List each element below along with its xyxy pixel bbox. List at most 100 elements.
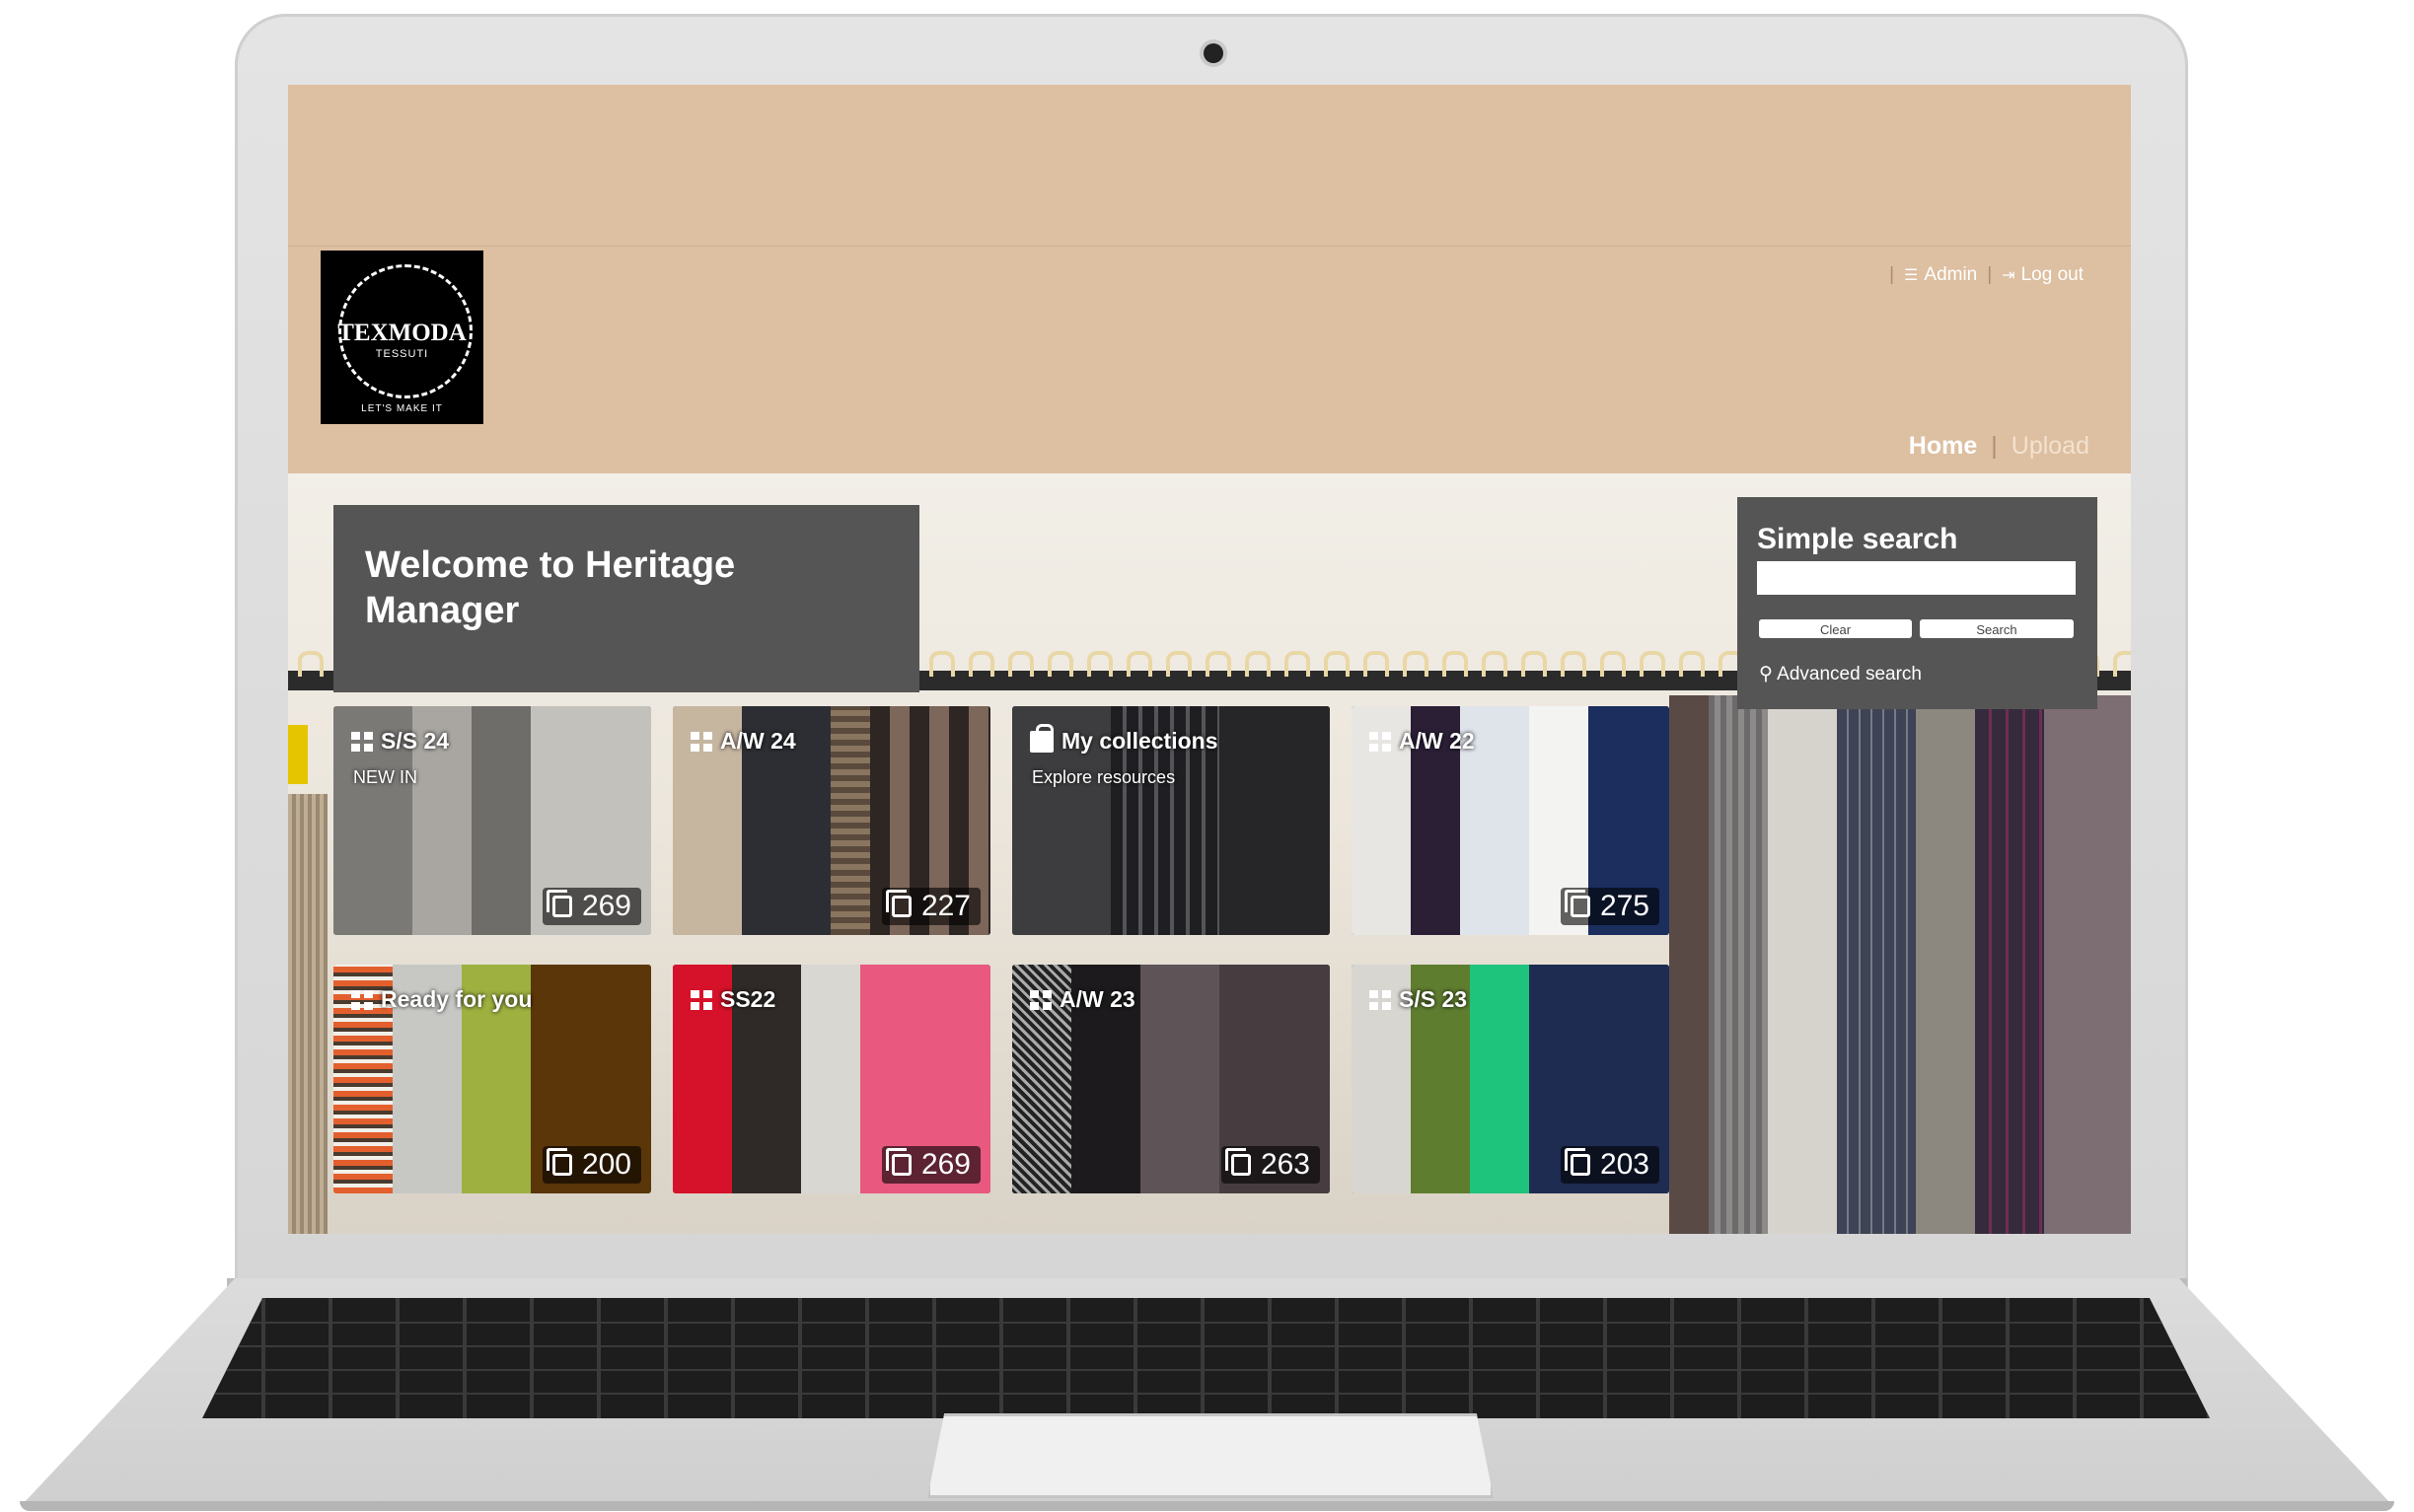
key-separator xyxy=(1871,1298,1875,1418)
clear-button[interactable]: Clear xyxy=(1759,619,1912,638)
logout-link[interactable]: ⇥ Log out xyxy=(2002,264,2084,286)
key-separator xyxy=(999,1298,1003,1418)
key-separator xyxy=(2006,1298,2010,1418)
collection-tile[interactable]: S/S 23 203 xyxy=(1352,965,1669,1193)
webcam-icon xyxy=(1204,43,1223,63)
key-separator xyxy=(1536,1298,1540,1418)
rail-hook xyxy=(1679,651,1705,677)
advanced-search-link[interactable]: ⚲ Advanced search xyxy=(1759,663,1922,685)
collection-tile[interactable]: SS22 269 xyxy=(673,965,990,1193)
admin-label: Admin xyxy=(1924,264,1978,285)
nav-upload[interactable]: Upload xyxy=(2012,432,2089,461)
logo-name: TEXMODA xyxy=(337,320,467,346)
tile-title: S/S 23 xyxy=(1369,986,1467,1013)
rail-hook xyxy=(1206,651,1231,677)
rail-hook xyxy=(1245,651,1271,677)
grid-icon xyxy=(1369,731,1391,752)
search-button[interactable]: Search xyxy=(1920,619,2074,638)
search-input[interactable] xyxy=(1757,561,2076,595)
texmoda-logo[interactable]: TEXMODA TESSUTI LET'S MAKE IT xyxy=(321,251,483,424)
divider: | xyxy=(1889,264,1895,285)
tile-title: A/W 22 xyxy=(1369,728,1475,755)
rail-hook xyxy=(969,651,994,677)
rail-hook xyxy=(1363,651,1389,677)
rail-hook xyxy=(1561,651,1586,677)
collection-tile[interactable]: Ready for you 200 xyxy=(333,965,651,1193)
tile-title: Ready for you xyxy=(351,986,532,1013)
key-separator xyxy=(2140,1298,2144,1418)
copy-icon xyxy=(885,1148,912,1176)
nav-home[interactable]: Home xyxy=(1909,432,1977,461)
rail-hook xyxy=(2113,651,2131,677)
key-separator xyxy=(664,1298,668,1418)
search-title: Simple search xyxy=(1757,523,1958,555)
simple-search-panel: Simple search Clear Search ⚲ Advanced se… xyxy=(1737,497,2097,709)
key-separator xyxy=(396,1298,400,1418)
key-separator xyxy=(932,1298,936,1418)
rail-hook xyxy=(1324,651,1350,677)
advanced-search-label: Advanced search xyxy=(1777,664,1922,684)
item-count: 269 xyxy=(542,888,641,925)
key-separator xyxy=(1066,1298,1070,1418)
menu-icon: ☰ xyxy=(1904,267,1919,284)
copy-icon xyxy=(1564,890,1590,917)
copy-icon xyxy=(885,890,912,917)
copy-icon xyxy=(1564,1148,1590,1176)
rail-hook xyxy=(1640,651,1665,677)
key-separator xyxy=(463,1298,467,1418)
item-count: 200 xyxy=(542,1146,641,1184)
rail-hook xyxy=(929,651,955,677)
welcome-panel: Welcome to Heritage Manager xyxy=(333,505,919,692)
grid-icon xyxy=(351,989,373,1010)
key-separator xyxy=(2073,1298,2077,1418)
rail-hook xyxy=(298,651,324,677)
fabric-edge xyxy=(288,695,328,1234)
rail-hook xyxy=(1008,651,1034,677)
rail-hook xyxy=(1521,651,1547,677)
tile-title: My collections xyxy=(1030,723,1217,755)
tile-title: A/W 24 xyxy=(691,728,796,755)
key-separator xyxy=(1469,1298,1473,1418)
key-separator xyxy=(597,1298,601,1418)
tile-subtitle: NEW IN xyxy=(353,767,417,787)
top-banner xyxy=(288,85,2131,247)
grid-icon xyxy=(691,989,712,1010)
key-separator xyxy=(1804,1298,1808,1418)
main-nav: Home | Upload xyxy=(1909,432,2089,461)
my-collections-tile[interactable]: My collections Explore resources xyxy=(1012,706,1330,935)
key-separator xyxy=(1670,1298,1674,1418)
logo-sub: TESSUTI xyxy=(375,348,429,360)
divider: | xyxy=(1991,432,1998,460)
rail-hook xyxy=(1127,651,1152,677)
magnifier-icon: ⚲ xyxy=(1759,664,1773,684)
collection-tile[interactable]: S/S 24 NEW IN 269 xyxy=(333,706,651,935)
item-count: 263 xyxy=(1220,1146,1320,1184)
logo-tagline: LET'S MAKE IT xyxy=(361,403,443,414)
collection-tile[interactable]: A/W 22 275 xyxy=(1352,706,1669,935)
grid-icon xyxy=(351,731,373,752)
collection-tile[interactable]: A/W 24 227 xyxy=(673,706,990,935)
key-separator xyxy=(1737,1298,1741,1418)
collection-tile[interactable]: A/W 23 263 xyxy=(1012,965,1330,1193)
key-separator xyxy=(1335,1298,1339,1418)
fabric-background-image xyxy=(1669,695,2131,1234)
tile-subtitle: Explore resources xyxy=(1032,767,1176,787)
key-separator xyxy=(261,1298,265,1418)
rail-hook xyxy=(1403,651,1428,677)
rail-hook xyxy=(1284,651,1310,677)
logout-label: Log out xyxy=(2020,264,2084,285)
key-separator xyxy=(1402,1298,1406,1418)
utility-links: | ☰ Admin | ⇥ Log out xyxy=(1889,264,2084,286)
rail-hook xyxy=(1166,651,1192,677)
trackpad xyxy=(927,1413,1494,1498)
copy-icon xyxy=(546,890,572,917)
key-separator xyxy=(1201,1298,1205,1418)
key-separator xyxy=(1939,1298,1942,1418)
app-screen: TEXMODA TESSUTI LET'S MAKE IT | ☰ Admin |… xyxy=(288,85,2131,1234)
shopping-bag-icon xyxy=(1030,723,1054,753)
key-separator xyxy=(1268,1298,1272,1418)
grid-icon xyxy=(691,731,712,752)
key-separator xyxy=(1134,1298,1137,1418)
key-separator xyxy=(865,1298,869,1418)
admin-link[interactable]: ☰ Admin xyxy=(1904,264,1977,286)
